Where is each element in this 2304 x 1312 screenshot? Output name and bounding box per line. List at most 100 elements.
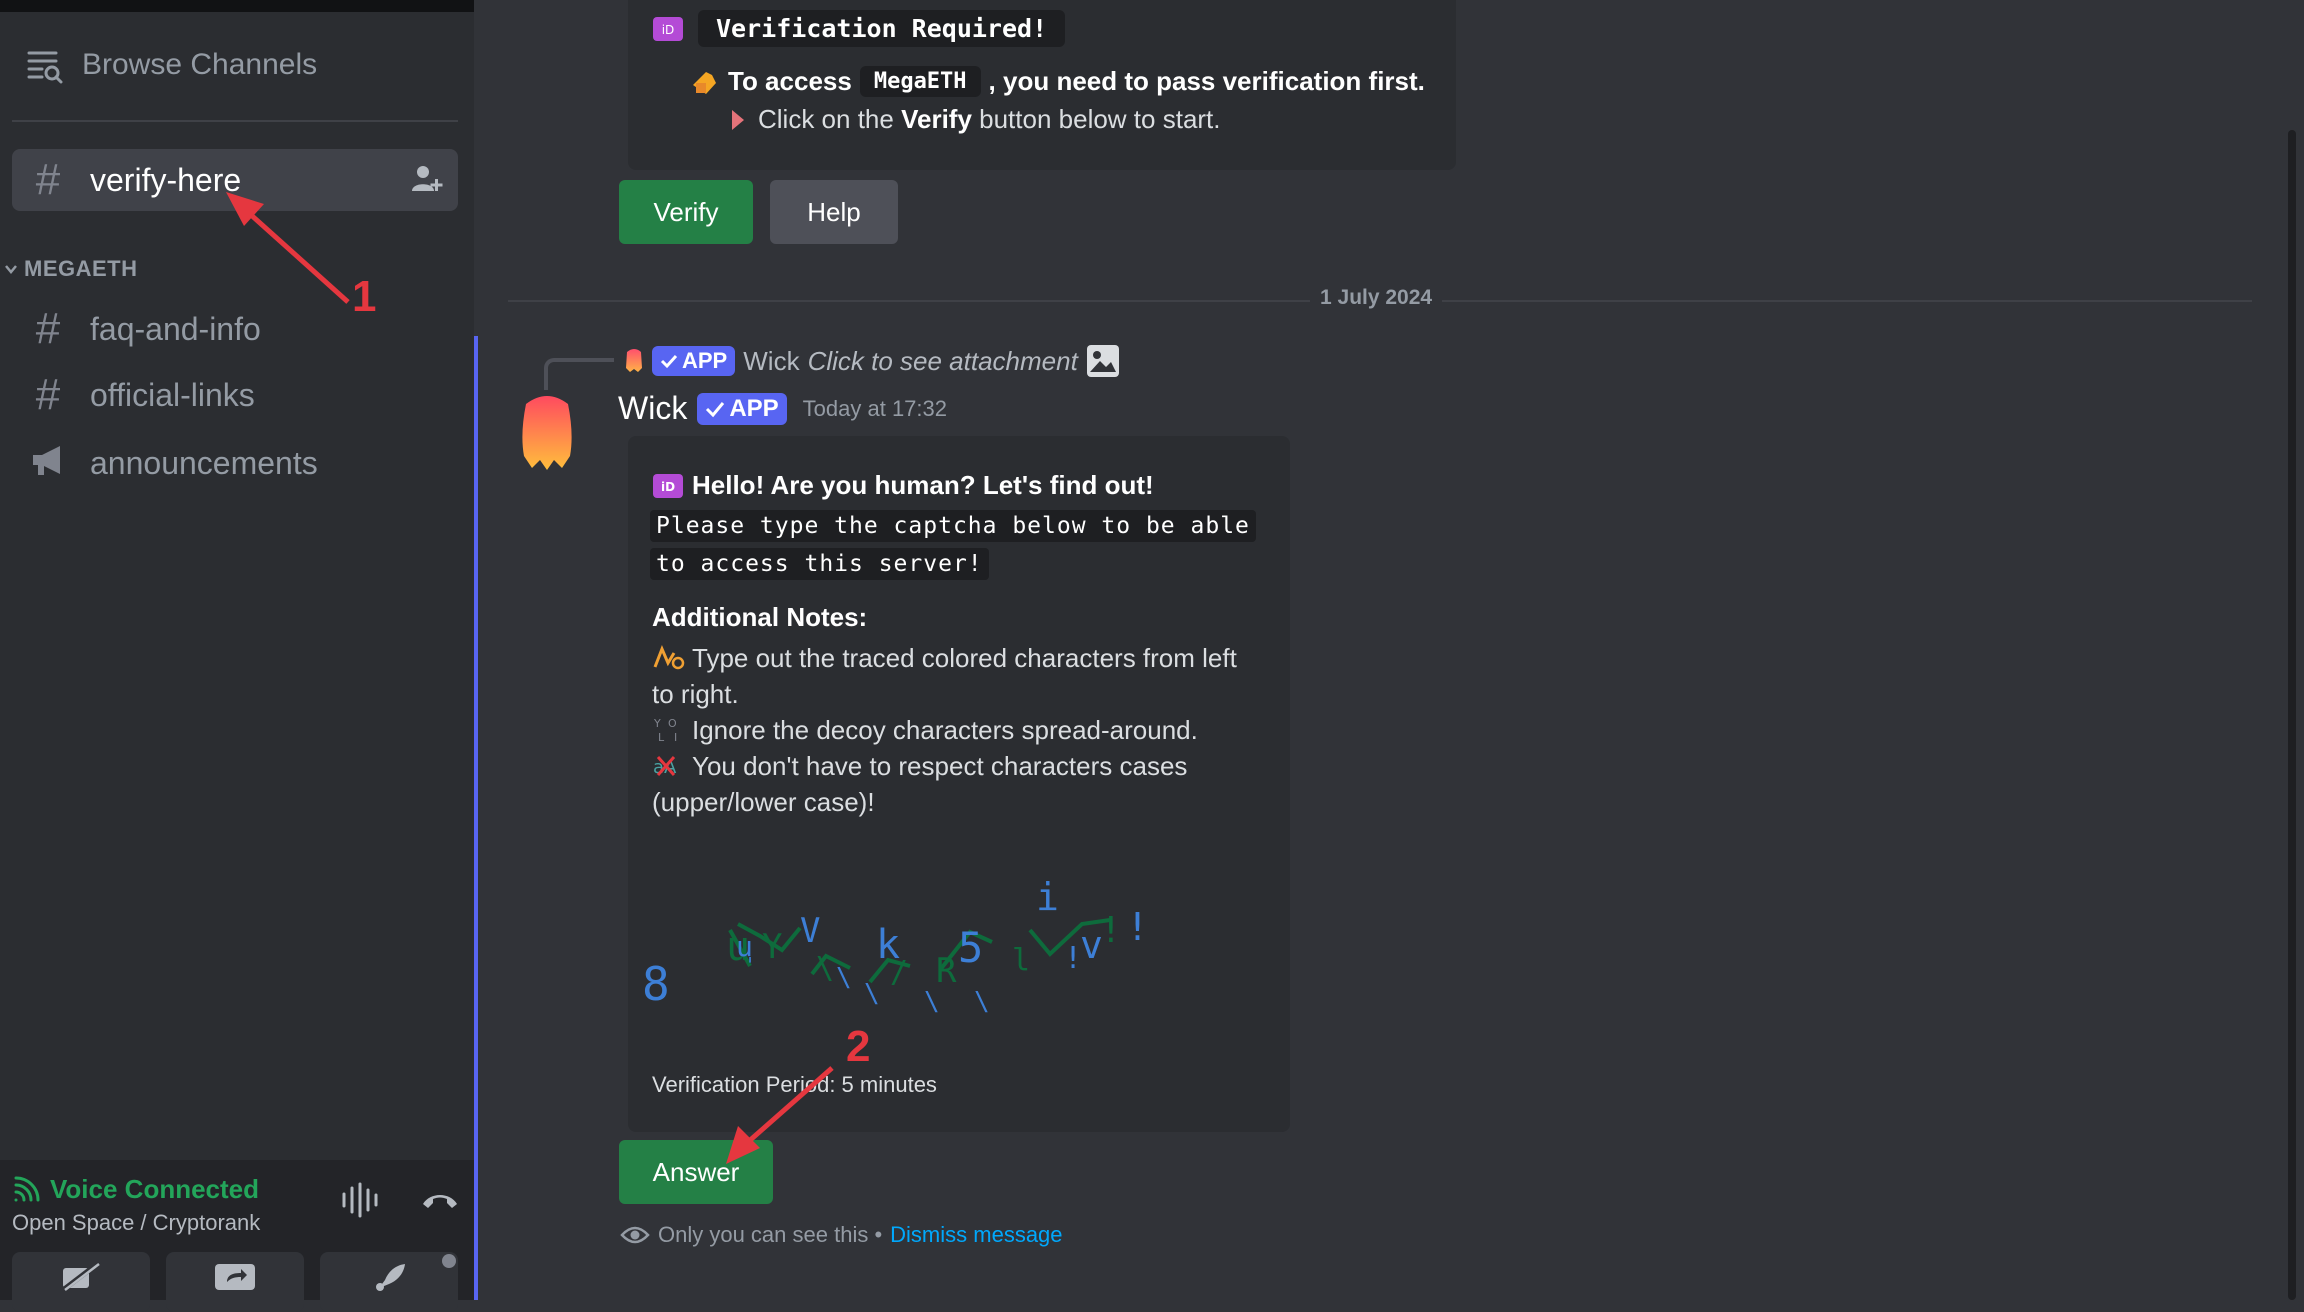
annotation-step-1: 1 [352, 272, 377, 321]
svg-text:i: i [1036, 875, 1059, 919]
access-prefix: To access [728, 66, 852, 96]
decoy-letters-icon: Y O L I [653, 717, 677, 744]
svg-text:iD: iD [662, 23, 675, 37]
svg-text:!: ! [1126, 905, 1149, 949]
disconnect-icon[interactable] [420, 1182, 460, 1218]
embed-line-instructions: Click on the Verify button below to star… [730, 104, 1221, 135]
svg-text:V: V [800, 911, 820, 951]
svg-text:!: ! [1100, 910, 1122, 951]
screen-share-icon [215, 1264, 255, 1290]
chat-scrollbar[interactable] [2288, 130, 2296, 1300]
pointing-hand-icon [693, 71, 716, 94]
reply-author[interactable]: Wick [743, 346, 799, 377]
channel-label: faq-and-info [90, 310, 261, 347]
note-case-insensitive: aA You don't have to respect characters … [652, 748, 1252, 820]
answer-button[interactable]: Answer [619, 1140, 773, 1204]
svg-text:R: R [936, 951, 957, 991]
message-author[interactable]: Wick [618, 390, 687, 427]
hash-icon: # [35, 155, 61, 204]
svg-text:\: \ [924, 987, 940, 1017]
category-megaeth[interactable]: MEGAETH [4, 256, 138, 282]
message-header: Wick APP Today at 17:32 [618, 390, 947, 427]
server-name-code: MegaETH [859, 66, 981, 97]
channel-verify-here[interactable]: # verify-here [12, 149, 458, 211]
noise-suppression-icon[interactable] [340, 1182, 380, 1218]
captcha-code-line-1: Please type the captcha below to be able [650, 510, 1256, 542]
note-decoy-characters: Y O L I Ignore the decoy characters spre… [652, 712, 1252, 748]
browse-channels-icon [27, 51, 63, 84]
note-text: You don't have to respect characters cas… [652, 751, 1188, 817]
embed-title: Verification Required! [698, 10, 1066, 47]
screen-share-button[interactable] [166, 1252, 304, 1312]
browse-channels-label: Browse Channels [82, 48, 318, 81]
instr-suffix: button below to start. [979, 104, 1221, 134]
app-badge: APP [697, 392, 787, 425]
tracing-icon [653, 645, 685, 670]
invite-member-icon[interactable] [410, 163, 444, 197]
voice-panel: Voice Connected Open Space / Cryptorank [0, 1160, 474, 1312]
svg-text:Y: Y [762, 927, 782, 967]
verification-period: Verification Period: 5 minutes [652, 1072, 937, 1097]
captcha-embed-title-row: iD Hello! Are you human? Let's find out! [652, 470, 1154, 501]
category-label: MEGAETH [24, 256, 138, 281]
svg-text:\: \ [836, 963, 852, 993]
instr-prefix: Click on the [758, 104, 894, 134]
svg-text:\: \ [974, 987, 990, 1017]
sidebar-divider [12, 120, 458, 122]
wick-avatar-small-icon [626, 349, 642, 372]
help-button[interactable]: Help [770, 180, 898, 244]
activity-button[interactable] [320, 1252, 458, 1312]
voice-location[interactable]: Open Space / Cryptorank [12, 1210, 260, 1236]
id-card-icon: iD [653, 473, 683, 498]
captcha-image: u Y \ / R l ! 8 u V k 5 i ! v ! \ \ \ \ … [642, 875, 1149, 1017]
annotation-step-2: 2 [846, 1022, 871, 1071]
date-divider-label: 1 July 2024 [1310, 286, 1443, 310]
svg-text:L: L [658, 731, 665, 743]
check-icon [660, 354, 678, 369]
message-timestamp: Today at 17:32 [802, 395, 948, 421]
voice-status-label: Voice Connected [50, 1174, 260, 1204]
note-text: Ignore the decoy characters spread-aroun… [692, 715, 1198, 745]
captcha-code-line-2: to access this server! [650, 548, 989, 580]
signal-icon [14, 1176, 40, 1201]
dismiss-message-link[interactable]: Dismiss message [890, 1222, 1062, 1248]
case-cross-icon: aA [653, 756, 677, 778]
app-badge-label: APP [729, 394, 779, 422]
ephemeral-notice: Only you can see this • Dismiss message [620, 1222, 1063, 1248]
play-triangle-icon [732, 109, 744, 130]
channel-sidebar: Browse Channels # verify-here MEGAETH # … [0, 0, 474, 1312]
svg-text:iD: iD [661, 480, 675, 494]
svg-text:Y: Y [653, 717, 661, 730]
verify-button[interactable]: Verify [619, 180, 753, 244]
svg-text:': ' [744, 953, 756, 977]
image-icon [1086, 345, 1119, 377]
hash-icon: # [35, 370, 61, 419]
channel-faq-and-info[interactable]: # faq-and-info [12, 298, 458, 360]
notification-dot [442, 1254, 456, 1268]
notes-title: Additional Notes: [652, 602, 868, 632]
channel-label: official-links [90, 376, 255, 413]
voice-status[interactable]: Voice Connected [12, 1174, 259, 1205]
embed-line-access: To access MegaETH , you need to pass ver… [690, 66, 1425, 97]
channel-announcements[interactable]: announcements [12, 432, 458, 494]
access-suffix: , you need to pass verification first. [988, 66, 1425, 96]
video-off-icon [61, 1262, 100, 1292]
svg-text:O: O [668, 717, 677, 730]
svg-text:\: \ [816, 951, 834, 986]
hash-icon: # [35, 304, 61, 353]
browse-channels-item[interactable]: Browse Channels [26, 40, 317, 90]
id-card-icon: iD [653, 16, 683, 41]
svg-text:v: v [1080, 923, 1103, 967]
reply-connector [544, 358, 614, 390]
chevron-down-icon [5, 265, 17, 274]
reply-text[interactable]: Click to see attachment [808, 346, 1078, 377]
svg-text:l: l [1012, 943, 1030, 978]
instr-bold: Verify [901, 104, 972, 134]
video-off-button[interactable] [12, 1252, 150, 1312]
ephemeral-text: Only you can see this • [658, 1222, 883, 1247]
note-text: Type out the traced colored characters f… [652, 643, 1237, 709]
channel-official-links[interactable]: # official-links [12, 364, 458, 426]
reply-reference[interactable]: APP Wick Click to see attachment [624, 344, 1120, 378]
wick-avatar[interactable] [520, 394, 574, 472]
check-icon [706, 401, 725, 417]
